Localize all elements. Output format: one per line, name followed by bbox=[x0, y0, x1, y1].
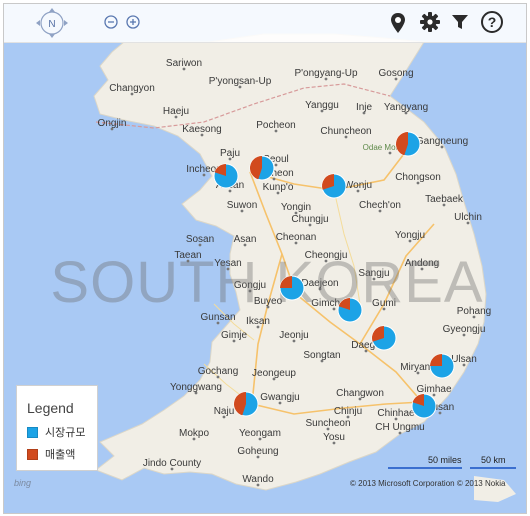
city-label: Taebaek bbox=[425, 194, 464, 205]
pie-marker[interactable] bbox=[429, 353, 455, 379]
city-label: Chungju bbox=[291, 214, 328, 225]
scale-km-bar bbox=[470, 467, 516, 469]
scale-miles-label: 50 miles bbox=[428, 455, 462, 465]
city-label: Jeonju bbox=[279, 330, 308, 341]
city-label: Naju bbox=[214, 406, 235, 417]
legend-panel: Legend 시장규모 매출액 bbox=[16, 385, 98, 471]
legend-item-market-size: 시장규모 bbox=[27, 424, 85, 440]
city-label: Yeongam bbox=[239, 428, 281, 439]
city-label: Suwon bbox=[227, 200, 258, 211]
help-icon[interactable]: ? bbox=[480, 10, 504, 34]
city-label: Yangyang bbox=[384, 102, 428, 113]
city-label: Kunp'o bbox=[263, 182, 294, 193]
location-pin-icon[interactable] bbox=[389, 11, 407, 35]
city-label: Songtan bbox=[303, 350, 340, 361]
city-label: Pocheon bbox=[256, 120, 295, 131]
city-label: Haeju bbox=[163, 106, 189, 117]
city-label: Yongin bbox=[281, 202, 311, 213]
city-label: Wonju bbox=[344, 180, 372, 191]
city-dot bbox=[388, 151, 392, 155]
city-label: Goheung bbox=[237, 446, 278, 457]
city-label: Gwangju bbox=[260, 392, 299, 403]
city-label: Chinhae bbox=[377, 408, 415, 419]
city-label: Changwon bbox=[336, 388, 384, 399]
city-label: Cheonan bbox=[276, 232, 317, 243]
city-label: Gochang bbox=[198, 366, 239, 377]
city-label: Yanggu bbox=[305, 100, 339, 111]
zoom-out-icon[interactable] bbox=[103, 14, 119, 30]
copyright-notice: © 2013 Microsoft Corporation © 2013 Noki… bbox=[350, 479, 506, 488]
city-label: Gangneung bbox=[416, 136, 468, 147]
city-label: Ulchin bbox=[454, 212, 482, 223]
legend-swatch-blue bbox=[27, 426, 38, 438]
city-label: Yongju bbox=[395, 230, 425, 241]
city-label: CH Ungmu bbox=[375, 422, 424, 433]
city-label: Changyon bbox=[109, 83, 155, 94]
city-label: P'yongsan-Up bbox=[209, 76, 272, 87]
city-label: Yonggwang bbox=[170, 382, 222, 393]
scale-km-label: 50 km bbox=[481, 455, 506, 465]
city-label: Gosong bbox=[378, 68, 413, 79]
legend-title: Legend bbox=[27, 400, 74, 416]
pie-marker[interactable] bbox=[213, 163, 239, 189]
filter-icon[interactable] bbox=[450, 12, 470, 32]
city-label: Gyeongju bbox=[443, 324, 486, 335]
legend-item-label: 시장규모 bbox=[45, 427, 86, 439]
pie-marker[interactable] bbox=[395, 131, 421, 157]
compass-pan-control[interactable]: N bbox=[32, 6, 72, 40]
pie-marker[interactable] bbox=[371, 325, 397, 351]
legend-swatch-red bbox=[27, 448, 38, 460]
city-label: Sosan bbox=[186, 234, 214, 245]
city-label: Paju bbox=[220, 148, 240, 159]
city-label: Iksan bbox=[246, 316, 270, 327]
svg-text:N: N bbox=[48, 19, 55, 30]
zoom-in-icon[interactable] bbox=[125, 14, 141, 30]
svg-text:?: ? bbox=[488, 14, 497, 30]
pie-marker[interactable] bbox=[249, 155, 275, 181]
city-label: Asan bbox=[234, 234, 257, 245]
pie-marker[interactable] bbox=[279, 275, 305, 301]
legend-item-label: 매출액 bbox=[45, 449, 76, 461]
bing-logo: bing bbox=[14, 478, 32, 488]
pie-marker[interactable] bbox=[321, 173, 347, 199]
legend-item-sales: 매출액 bbox=[27, 446, 75, 462]
pie-marker[interactable] bbox=[411, 393, 437, 419]
scale-miles-bar bbox=[388, 467, 462, 469]
city-label: Kaesong bbox=[182, 124, 221, 135]
city-label: Mokpo bbox=[179, 428, 209, 439]
city-label: Sariwon bbox=[166, 58, 202, 69]
city-label: Wando bbox=[242, 474, 274, 485]
city-label: Yosu bbox=[323, 432, 345, 443]
city-label: Ulsan bbox=[451, 354, 477, 365]
city-label: Jeongeup bbox=[252, 368, 296, 379]
gear-icon[interactable] bbox=[419, 11, 441, 33]
city-label: P'ongyang-Up bbox=[294, 68, 358, 79]
city-label: Suncheon bbox=[305, 418, 350, 429]
country-watermark: SOUTH KOREA bbox=[50, 250, 483, 315]
map-frame: Sariwon P'yongsan-Up P'ongyang-Up Gosong Cha… bbox=[3, 3, 527, 514]
city-label: Jindo County bbox=[143, 458, 201, 469]
pie-marker[interactable] bbox=[233, 391, 259, 417]
city-label: Chinju bbox=[334, 406, 362, 417]
city-label: Chech'on bbox=[359, 200, 401, 211]
pie-marker[interactable] bbox=[337, 297, 363, 323]
city-label: Gimhae bbox=[416, 384, 451, 395]
city-label: Chuncheon bbox=[320, 126, 371, 137]
map-toolbar: N ? bbox=[4, 4, 526, 43]
city-label: Chongson bbox=[395, 172, 441, 183]
city-label: Ongjin bbox=[98, 118, 127, 129]
city-label: Inje bbox=[356, 102, 373, 113]
city-label: Gimje bbox=[221, 330, 248, 341]
